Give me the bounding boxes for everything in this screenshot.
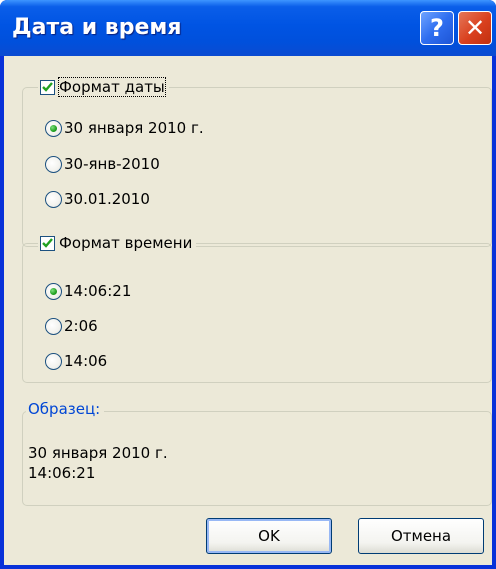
ok-button[interactable]: OK — [206, 518, 332, 554]
time-format-checkbox[interactable]: Формат времени — [38, 234, 197, 252]
date-option-label: 30-янв-2010 — [64, 155, 160, 173]
help-button[interactable]: ? — [420, 11, 454, 45]
radio-selected-icon[interactable] — [45, 282, 62, 300]
checkbox-checked-icon[interactable] — [40, 235, 55, 251]
radio-selected-icon[interactable] — [45, 119, 62, 137]
sample-time: 14:06:21 — [28, 464, 96, 482]
time-option-1[interactable]: 14:06:21 — [45, 282, 131, 300]
date-option-2[interactable]: 30-янв-2010 — [45, 155, 160, 173]
date-option-1[interactable]: 30 января 2010 г. — [45, 119, 204, 137]
date-option-3[interactable]: 30.01.2010 — [45, 190, 150, 208]
cancel-button[interactable]: Отмена — [358, 518, 484, 554]
sample-date: 30 января 2010 г. — [28, 444, 168, 462]
radio-icon[interactable] — [45, 190, 62, 208]
radio-icon[interactable] — [45, 352, 62, 370]
close-button[interactable]: ✕ — [458, 11, 492, 45]
title-bar[interactable]: Дата и время ? ✕ — [0, 0, 496, 56]
time-option-label: 14:06:21 — [64, 282, 132, 300]
time-option-label: 2:06 — [64, 317, 98, 335]
radio-icon[interactable] — [45, 155, 62, 173]
checkbox-checked-icon[interactable] — [40, 79, 55, 95]
date-time-dialog: Дата и время ? ✕ Формат даты 30 января 2… — [0, 0, 496, 569]
dialog-body: Формат даты 30 января 2010 г. 30-янв-201… — [4, 56, 492, 565]
help-icon: ? — [430, 14, 444, 42]
radio-icon[interactable] — [45, 317, 62, 335]
sample-label: Образец: — [26, 400, 105, 418]
time-option-2[interactable]: 2:06 — [45, 317, 98, 335]
date-format-checkbox[interactable]: Формат даты — [38, 77, 169, 97]
time-format-label: Формат времени — [59, 234, 193, 252]
time-option-label: 14:06 — [64, 352, 108, 370]
time-option-3[interactable]: 14:06 — [45, 352, 107, 370]
date-option-label: 30 января 2010 г. — [64, 119, 204, 137]
close-icon: ✕ — [464, 14, 486, 42]
date-format-label: Формат даты — [58, 77, 166, 97]
date-option-label: 30.01.2010 — [64, 190, 150, 208]
window-title: Дата и время — [12, 15, 182, 40]
